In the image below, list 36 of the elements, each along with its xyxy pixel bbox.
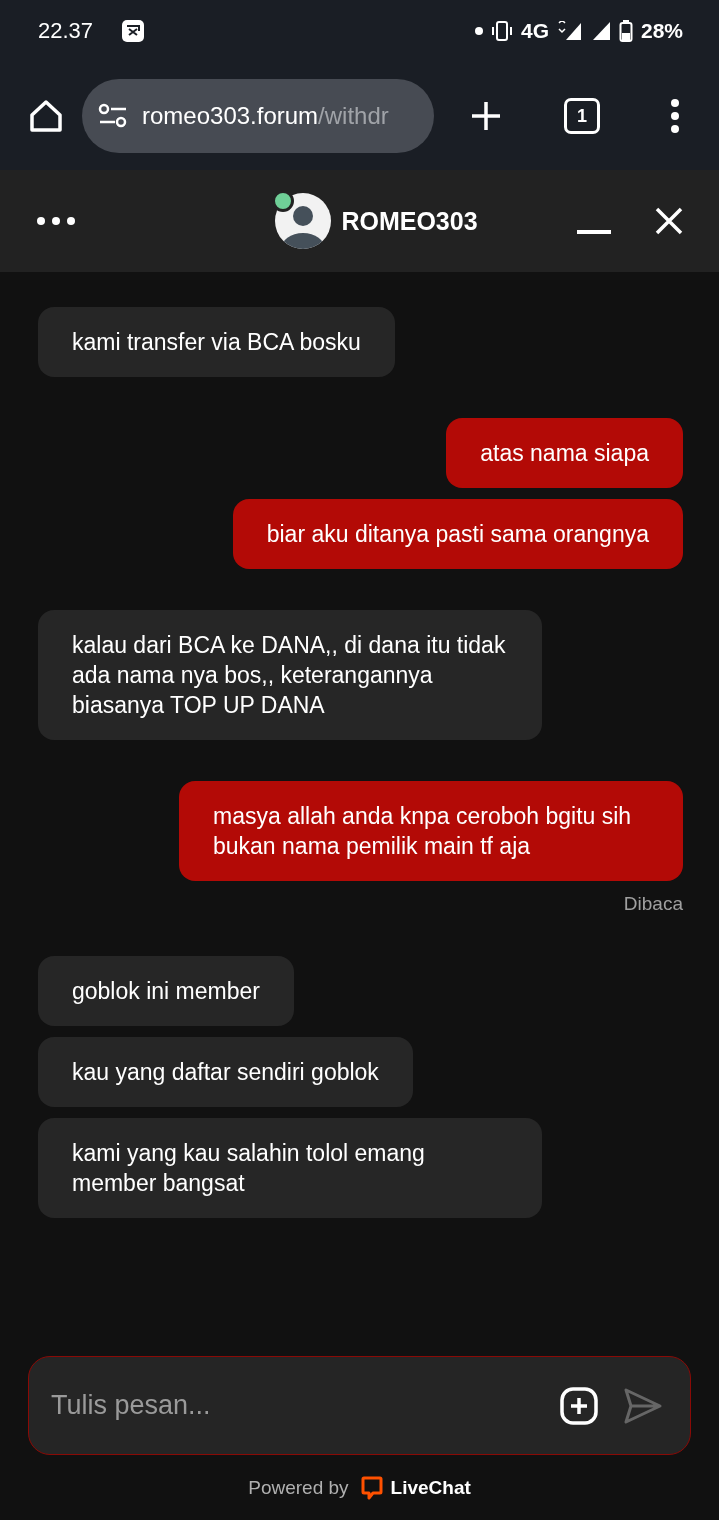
close-icon[interactable] bbox=[655, 207, 683, 235]
battery-icon bbox=[618, 20, 633, 42]
visitor-message: atas nama siapa bbox=[446, 418, 683, 488]
site-settings-icon[interactable] bbox=[98, 103, 128, 129]
home-icon[interactable] bbox=[28, 98, 64, 134]
status-time: 22.37 bbox=[38, 18, 94, 44]
speech-bubble-icon bbox=[360, 1475, 383, 1500]
notification-dot-icon bbox=[474, 27, 483, 35]
agent-name: ROMEO303 bbox=[341, 206, 478, 236]
more-icon[interactable] bbox=[36, 216, 76, 226]
agent-message: kau yang daftar sendiri goblok bbox=[38, 1037, 413, 1107]
visitor-message: biar aku ditanya pasti sama orangnya bbox=[232, 499, 683, 569]
tab-count-button[interactable]: 1 bbox=[564, 98, 600, 134]
minimize-icon[interactable] bbox=[577, 229, 611, 235]
read-status: Dibaca bbox=[623, 893, 683, 915]
address-bar[interactable]: romeo303.forum/withdr bbox=[82, 79, 434, 153]
send-icon[interactable] bbox=[624, 1387, 662, 1424]
signal-icon bbox=[590, 21, 611, 41]
visitor-message: masya allah anda knpa ceroboh bgitu sih bukan nama pemilik main tf aja bbox=[179, 781, 683, 881]
avatar-icon bbox=[275, 193, 332, 249]
agent-message: kami transfer via BCA bosku bbox=[38, 307, 395, 377]
agent-message: kami yang kau salahin tolol emang member bangsat bbox=[38, 1118, 542, 1218]
vibrate-icon bbox=[490, 21, 513, 41]
powered-by-text: Powered by bbox=[248, 1476, 349, 1499]
message-input[interactable]: Tulis pesan... bbox=[49, 1389, 534, 1422]
more-icon[interactable] bbox=[670, 99, 680, 133]
network-type: 4G bbox=[520, 19, 549, 43]
agent-message: kalau dari BCA ke DANA,, di dana itu tidak ada nama nya bos,, keterangannya biasanya TOP UP DANA bbox=[38, 610, 542, 740]
signal-icon bbox=[556, 21, 583, 41]
new-tab-icon[interactable] bbox=[470, 100, 502, 132]
agent-message: goblok ini member bbox=[38, 956, 294, 1026]
add-attachment-icon[interactable] bbox=[560, 1386, 598, 1425]
battery-level: 28% bbox=[640, 19, 683, 43]
screenshot-app-icon bbox=[121, 19, 146, 43]
url-text: romeo303.forum/withdr bbox=[142, 102, 389, 130]
brand-name: LiveChat bbox=[390, 1476, 471, 1499]
